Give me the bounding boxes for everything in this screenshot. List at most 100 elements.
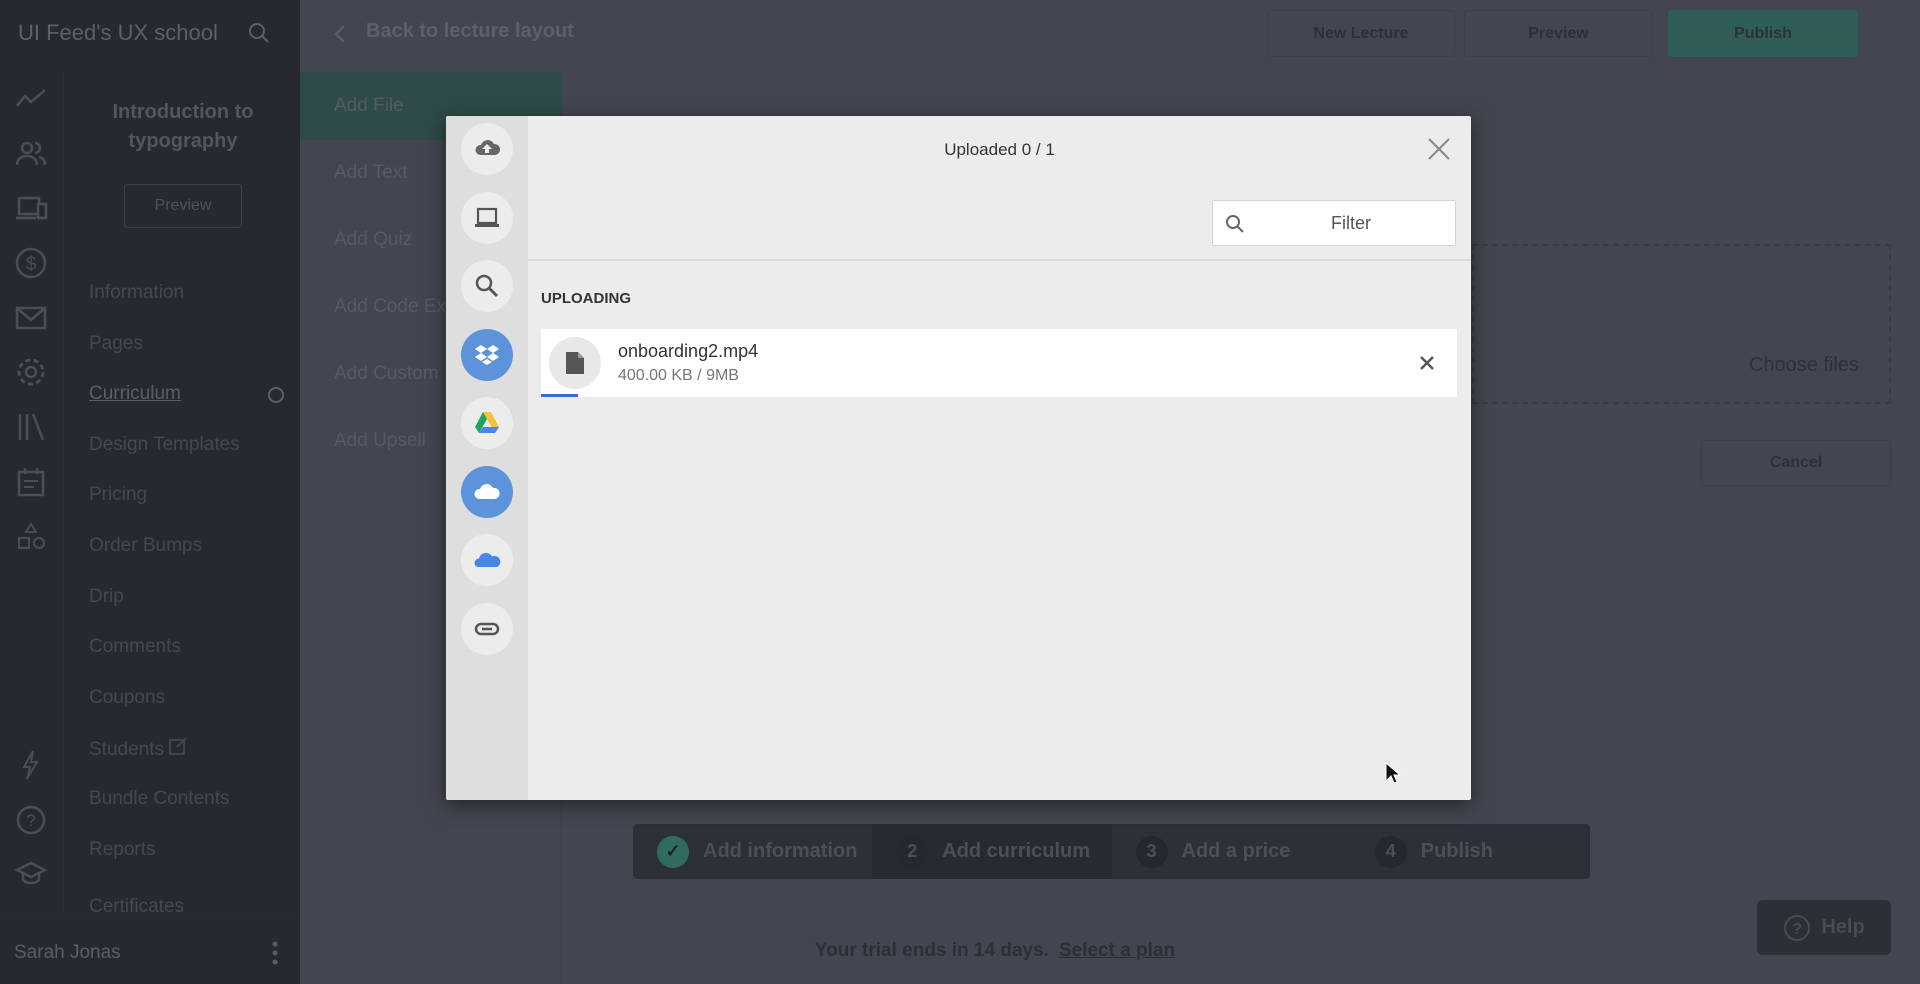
filter-input[interactable] — [1253, 201, 1449, 245]
preview-button[interactable]: Preview — [1464, 10, 1653, 57]
sidebar-item-drip[interactable]: Drip — [89, 586, 124, 608]
step-3[interactable]: 3 Add a price — [1112, 824, 1351, 879]
file-upload-modal: Uploaded 0 / 1 UPLOADING onboarding2.mp4… — [446, 116, 1471, 800]
step-label: Publish — [1420, 840, 1493, 862]
step-number: 3 — [1135, 835, 1168, 868]
sidebar-item-reports[interactable]: Reports — [89, 839, 156, 861]
trial-text: Your trial ends in 14 days. — [814, 940, 1049, 961]
close-icon[interactable] — [1426, 136, 1452, 162]
lightning-icon[interactable] — [14, 748, 48, 782]
file-name: onboarding2.mp4 — [618, 341, 759, 361]
svg-text:$: $ — [26, 254, 37, 275]
new-lecture-button[interactable]: New Lecture — [1267, 10, 1455, 57]
shapes-icon[interactable] — [14, 521, 48, 555]
chevron-left-icon[interactable] — [333, 24, 347, 44]
sidebar-item-label: Comments — [89, 636, 181, 658]
sidebar-item-certificates[interactable]: Certificates — [89, 896, 184, 918]
mouse-cursor-icon — [1385, 762, 1401, 784]
external-link-icon — [169, 737, 187, 756]
svg-text:?: ? — [26, 811, 35, 830]
select-plan-link[interactable]: Select a plan — [1059, 940, 1175, 961]
progress-stepper: ✓ Add information 2 Add curriculum 3 Add a pr… — [633, 824, 1590, 879]
sidebar-item-comments[interactable]: Comments — [89, 636, 181, 658]
svg-text:?: ? — [1792, 921, 1802, 938]
back-link[interactable]: Back to lecture layout — [366, 20, 574, 43]
upload-file-row: onboarding2.mp4 400.00 KB / 9MB — [541, 329, 1457, 397]
analytics-icon[interactable] — [14, 82, 48, 116]
sidebar-item-label: Students — [89, 739, 164, 761]
gear-icon[interactable] — [14, 355, 48, 389]
sidebar-item-order-bumps[interactable]: Order Bumps — [89, 535, 202, 557]
sidebar-item-curriculum[interactable]: Curriculum — [89, 383, 181, 405]
course-preview-button[interactable]: Preview — [124, 184, 242, 228]
search-icon[interactable] — [248, 22, 270, 44]
step-number: 2 — [896, 835, 929, 868]
sidebar-item-coupons[interactable]: Coupons — [89, 687, 165, 709]
upload-progress-bar — [541, 394, 578, 397]
status-dot-icon — [268, 387, 284, 403]
sidebar-item-bundle-contents[interactable]: Bundle Contents — [89, 788, 230, 810]
mail-icon[interactable] — [14, 301, 48, 335]
sidebar-item-label: Bundle Contents — [89, 788, 230, 809]
sidebar-item-label: Certificates — [89, 896, 185, 918]
course-title: Introduction to typography — [112, 101, 254, 152]
sidebar-item-design-templates[interactable]: Design Templates — [89, 434, 240, 456]
trial-notice: Your trial ends in 14 days. Select a plan — [0, 940, 1920, 962]
help-circle-icon[interactable]: ? — [14, 803, 48, 837]
submenu-item[interactable]: Add Code Ex — [334, 296, 446, 318]
cancel-button[interactable]: Cancel — [1701, 440, 1891, 486]
sidebar-item-label: Pages — [89, 332, 143, 354]
file-size: 400.00 KB / 9MB — [618, 367, 739, 384]
section-heading: UPLOADING — [541, 290, 631, 307]
sidebar-item-pricing[interactable]: Pricing — [89, 484, 147, 506]
step-1[interactable]: ✓ Add information — [633, 824, 872, 879]
sidebar-item-label: Reports — [89, 838, 156, 860]
filter-field[interactable] — [1212, 200, 1456, 246]
sidebar: UI Feed's UX school Introduction to typo… — [0, 0, 300, 984]
sidebar-item-students[interactable]: Students — [89, 737, 187, 761]
step-label: Add information — [703, 840, 858, 862]
remove-file-icon[interactable] — [1417, 353, 1437, 373]
step-label: Add curriculum — [942, 840, 1091, 862]
users-icon[interactable] — [14, 137, 48, 171]
file-dropzone[interactable]: Choose files — [1472, 244, 1891, 404]
divider — [528, 259, 1471, 261]
submenu-item[interactable]: Add Quiz — [334, 229, 412, 251]
help-label: Help — [1821, 916, 1865, 938]
step-number: ✓ — [657, 835, 689, 868]
choose-files-label[interactable]: Choose files — [1749, 354, 1859, 377]
cloud-app-icon[interactable] — [461, 465, 513, 518]
dollar-icon[interactable]: $ — [14, 246, 48, 280]
sidebar-item-label: Design Templates — [89, 433, 240, 455]
library-icon[interactable] — [14, 410, 48, 444]
step-label: Add a price — [1181, 840, 1291, 862]
submenu-item[interactable]: Add Upsell — [334, 430, 426, 452]
link-icon[interactable] — [461, 602, 513, 655]
help-button[interactable]: ? Help — [1757, 900, 1891, 955]
sidebar-item-label: Order Bumps — [89, 535, 202, 556]
modal-title: Uploaded 0 / 1 — [944, 140, 1055, 159]
sidebar-item-label: Drip — [89, 585, 124, 607]
help-circle-icon: ? — [1784, 914, 1811, 941]
web-search-icon[interactable] — [461, 260, 513, 312]
submenu-item[interactable]: Add Text — [334, 162, 408, 184]
calendar-icon[interactable] — [14, 465, 48, 499]
submenu-item[interactable]: Add Custom — [334, 363, 439, 385]
sidebar-item-pages[interactable]: Pages — [89, 333, 143, 355]
sidebar-item-label: Pricing — [89, 484, 148, 506]
submenu-item[interactable]: Add File — [334, 95, 404, 117]
dropbox-icon[interactable] — [461, 328, 513, 381]
devices-icon[interactable] — [14, 192, 48, 226]
sidebar-item-label: Curriculum — [89, 383, 181, 405]
onedrive-icon[interactable] — [461, 534, 513, 586]
graduation-cap-icon[interactable] — [14, 857, 48, 891]
step-number: 4 — [1374, 835, 1407, 868]
sidebar-item-information[interactable]: Information — [89, 282, 184, 304]
upload-cloud-icon[interactable] — [461, 123, 513, 175]
google-drive-icon[interactable] — [461, 397, 513, 449]
my-device-icon[interactable] — [461, 191, 513, 244]
step-2[interactable]: 2 Add curriculum — [872, 824, 1112, 879]
step-4[interactable]: 4 Publish — [1351, 824, 1590, 879]
search-icon — [1226, 215, 1244, 233]
publish-button[interactable]: Publish — [1668, 10, 1858, 57]
